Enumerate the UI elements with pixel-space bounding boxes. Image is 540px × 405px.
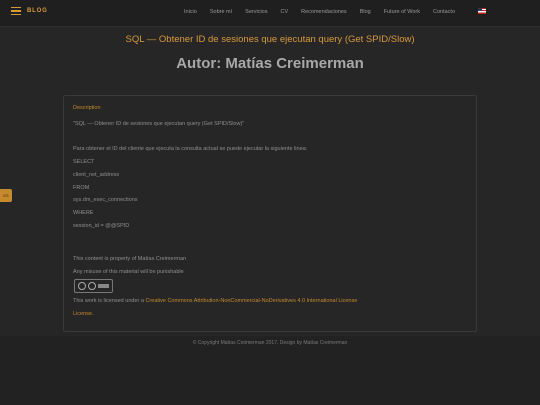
- query-title: "SQL — Obtener ID de sesiones que ejecut…: [73, 121, 245, 127]
- code-line: FROM: [73, 185, 90, 191]
- code-line: client_net_address: [73, 172, 120, 178]
- intro-text: Para obtener el ID del cliente que ejecu…: [73, 146, 308, 152]
- side-language-tab[interactable]: ES: [0, 189, 12, 202]
- top-navbar: BLOG Inicio Sobre mí Servicios CV Recome…: [0, 0, 540, 27]
- license-link-continued[interactable]: License.: [73, 311, 94, 317]
- nav-link-future-of-work[interactable]: Future of Work: [384, 9, 420, 15]
- nav-link-cv[interactable]: CV: [280, 9, 288, 15]
- nav-link-recomendaciones[interactable]: Recomendaciones: [301, 9, 347, 15]
- section-label: Description: [73, 105, 101, 111]
- nav-link-servicios[interactable]: Servicios: [245, 9, 267, 15]
- code-line: WHERE: [73, 210, 94, 216]
- code-line: SELECT: [73, 159, 95, 165]
- nav-link-sobre-mi[interactable]: Sobre mí: [210, 9, 232, 15]
- nav-link-blog[interactable]: Blog: [360, 9, 371, 15]
- menu-toggle[interactable]: BLOG: [11, 7, 48, 15]
- copyright-text: © Copyright Matías Creimerman 2017. Desi…: [192, 340, 348, 346]
- post-card: Description "SQL — Obtener ID de sesione…: [63, 95, 477, 332]
- footer: © Copyright Matías Creimerman 2017. Desi…: [0, 336, 540, 405]
- page-title: SQL — Obtener ID de sesiones que ejecuta…: [125, 34, 415, 45]
- code-line: sys.dm_exec_connections: [73, 197, 138, 203]
- nav-link-contacto[interactable]: Contacto: [433, 9, 455, 15]
- brand-label[interactable]: BLOG: [27, 8, 48, 14]
- license-line: This work is licensed under a Creative C…: [73, 298, 357, 304]
- ownership-notice: This content is property of Matías Creim…: [73, 256, 187, 262]
- nav-link-inicio[interactable]: Inicio: [184, 9, 197, 15]
- hamburger-icon[interactable]: [11, 7, 21, 15]
- side-tab-label[interactable]: ES: [0, 189, 12, 202]
- main-nav: Inicio Sobre mí Servicios CV Recomendaci…: [184, 9, 468, 15]
- code-line: session_id = @@SPID: [73, 223, 130, 229]
- creative-commons-badge[interactable]: [74, 279, 113, 293]
- license-link[interactable]: Creative Commons Attribution-NonCommerci…: [145, 298, 357, 304]
- misuse-notice: Any misuse of this material will be puni…: [73, 269, 184, 275]
- author-heading: Autor: Matías Creimerman: [176, 55, 364, 72]
- license-prefix: This work is licensed under a: [73, 298, 144, 304]
- us-flag-icon[interactable]: [478, 8, 486, 14]
